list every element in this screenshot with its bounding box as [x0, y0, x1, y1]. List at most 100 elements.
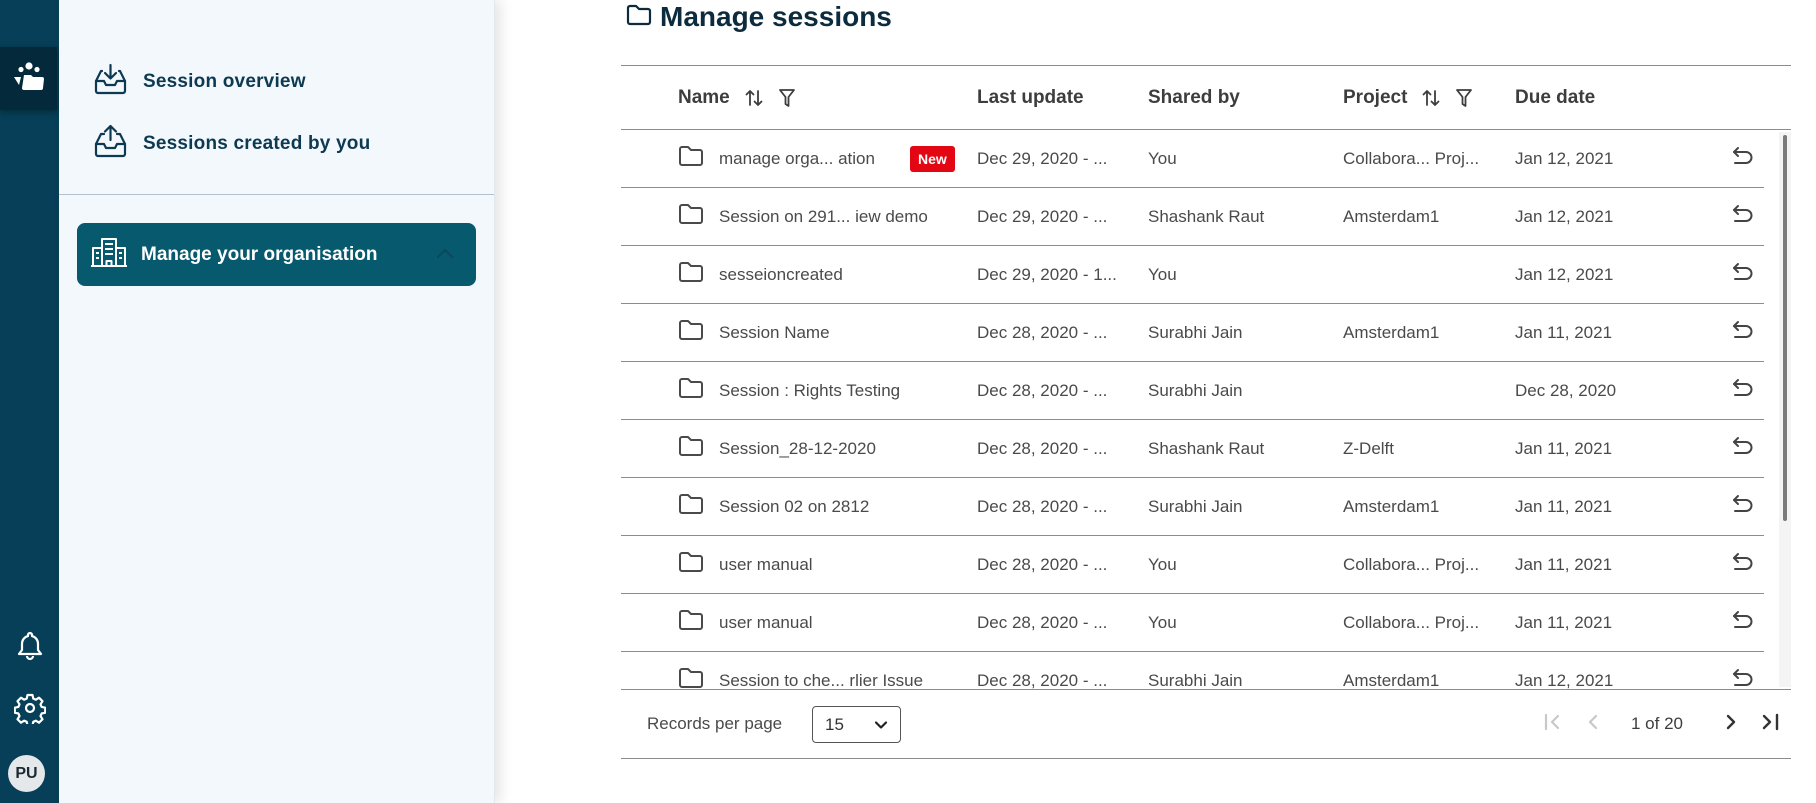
filter-icon[interactable] [778, 88, 796, 108]
table-row[interactable]: Session to che... rlier Issue Dec 28, 202… [621, 652, 1764, 689]
folder-icon [678, 261, 704, 288]
building-icon [91, 237, 127, 272]
column-header-name[interactable]: Name [678, 66, 796, 129]
cell-name[interactable]: sesseioncreated [678, 246, 843, 303]
column-header-due-date: Due date [1515, 66, 1595, 129]
column-label: Name [678, 86, 730, 108]
cell-name[interactable]: Session on 291... iew demo [678, 188, 928, 245]
restore-button[interactable] [1731, 536, 1755, 593]
inbox-download-icon [94, 63, 127, 100]
records-per-page-label: Records per page [647, 714, 783, 733]
nav-sessions-created-by-you[interactable]: Sessions created by you [94, 124, 370, 163]
undo-icon [1731, 552, 1755, 577]
table-row[interactable]: Session_28-12-2020 Dec 28, 2020 - ... Shas… [621, 420, 1764, 478]
user-avatar[interactable]: PU [8, 755, 45, 792]
column-label: Due date [1515, 86, 1596, 108]
session-name: user manual [719, 612, 813, 632]
rail-item-sessions[interactable] [0, 47, 57, 110]
session-name: Session 02 on 2812 [719, 496, 870, 516]
table-row[interactable]: Session Name Dec 28, 2020 - ... Surabhi Ja… [621, 304, 1764, 362]
scrollbar-track[interactable] [1779, 132, 1791, 687]
sort-icon[interactable] [744, 88, 764, 108]
cell-shared-by: Surabhi Jain [1148, 670, 1243, 690]
restore-button[interactable] [1731, 594, 1755, 651]
cell-project: Collabora... Proj... [1343, 612, 1480, 632]
folder-icon [678, 319, 704, 346]
cell-project: Amsterdam1 [1343, 206, 1440, 226]
last-page-button[interactable] [1751, 704, 1791, 744]
records-per-page-select[interactable]: 15 [812, 706, 901, 743]
restore-button[interactable] [1731, 130, 1755, 187]
secondary-panel: Session overview Sessions created by you [59, 0, 495, 803]
last-page-icon [1761, 713, 1781, 736]
scrollbar-thumb[interactable] [1783, 135, 1787, 521]
cell-shared-by: You [1148, 264, 1177, 284]
table-row[interactable]: sesseioncreated Dec 29, 2020 - 1... You Jan… [621, 246, 1764, 304]
restore-button[interactable] [1731, 478, 1755, 535]
chevron-right-icon [1725, 713, 1737, 736]
page-title: Manage sessions [660, 1, 892, 32]
folder-icon [678, 377, 704, 404]
cell-last-update: Dec 29, 2020 - ... [977, 148, 1108, 168]
cell-due-date: Jan 12, 2021 [1515, 264, 1614, 284]
folder-icon [626, 4, 652, 31]
previous-page-button[interactable] [1573, 704, 1613, 744]
cell-due-date: Jan 11, 2021 [1515, 438, 1613, 458]
left-rail: PU [0, 0, 59, 803]
cell-last-update: Dec 28, 2020 - ... [977, 612, 1108, 632]
collaboration-sessions-icon [12, 62, 46, 95]
restore-button[interactable] [1731, 246, 1755, 303]
cell-name[interactable]: Session : Rights Testing [678, 362, 900, 419]
gear-icon [13, 692, 46, 729]
restore-button[interactable] [1731, 188, 1755, 245]
cell-name[interactable]: Session_28-12-2020 [678, 420, 876, 477]
nav-session-overview[interactable]: Session overview [94, 63, 306, 100]
chevron-up-icon[interactable] [436, 246, 454, 264]
table-row[interactable]: Session on 291... iew demo Dec 29, 2020 -… [621, 188, 1764, 246]
next-page-button[interactable] [1711, 704, 1751, 744]
table-row[interactable]: manage orga... ation New Dec 29, 2020 - ..… [621, 130, 1764, 188]
session-name: manage orga... ation [719, 148, 875, 168]
notifications-button[interactable] [0, 630, 59, 667]
cell-shared-by: Shashank Raut [1148, 206, 1265, 226]
cell-name[interactable]: user manual [678, 536, 813, 593]
column-label: Last update [977, 86, 1084, 108]
cell-due-date: Dec 28, 2020 [1515, 380, 1617, 400]
cell-name[interactable]: Session 02 on 2812 [678, 478, 869, 535]
restore-button[interactable] [1731, 652, 1755, 689]
manage-organisation-button[interactable]: Manage your organisation [77, 223, 476, 286]
restore-button[interactable] [1731, 304, 1755, 361]
session-name: Session on 291... iew demo [719, 206, 928, 226]
cell-project: Amsterdam1 [1343, 496, 1440, 516]
cell-name[interactable]: manage orga... ation New [678, 130, 955, 187]
first-page-button[interactable] [1533, 704, 1573, 744]
page-indicator: 1 of 20 [1631, 714, 1683, 733]
table-row[interactable]: Session 02 on 2812 Dec 28, 2020 - ... Sura… [621, 478, 1764, 536]
folder-icon [678, 667, 704, 689]
cell-name[interactable]: user manual [678, 594, 813, 651]
session-name: Session to che... rlier Issue [719, 670, 924, 690]
cell-project: Amsterdam1 [1343, 670, 1440, 690]
cell-name[interactable]: Session to che... rlier Issue [678, 652, 923, 689]
settings-button[interactable] [0, 692, 59, 729]
org-button-label: Manage your organisation [141, 243, 378, 265]
cell-name[interactable]: Session Name [678, 304, 830, 361]
cell-shared-by: You [1148, 148, 1177, 168]
session-name: Session_28-12-2020 [719, 438, 876, 458]
table-row[interactable]: Session : Rights Testing Dec 28, 2020 - .… [621, 362, 1764, 420]
column-header-last-update: Last update [977, 66, 1084, 129]
filter-icon[interactable] [1455, 88, 1473, 108]
cell-last-update: Dec 29, 2020 - 1... [977, 264, 1117, 284]
sort-icon[interactable] [1421, 88, 1441, 108]
restore-button[interactable] [1731, 420, 1755, 477]
column-header-project[interactable]: Project [1343, 66, 1473, 129]
restore-button[interactable] [1731, 362, 1755, 419]
table-row[interactable]: user manual Dec 28, 2020 - ... You Collabor… [621, 536, 1764, 594]
table-row[interactable]: user manual Dec 28, 2020 - ... You Collabor… [621, 594, 1764, 652]
undo-icon [1731, 610, 1755, 635]
session-name: user manual [719, 554, 813, 574]
undo-icon [1731, 494, 1755, 519]
undo-icon [1731, 378, 1755, 403]
cell-shared-by: Surabhi Jain [1148, 496, 1243, 516]
table-footer: Records per page 15 1 of 20 [621, 689, 1791, 759]
